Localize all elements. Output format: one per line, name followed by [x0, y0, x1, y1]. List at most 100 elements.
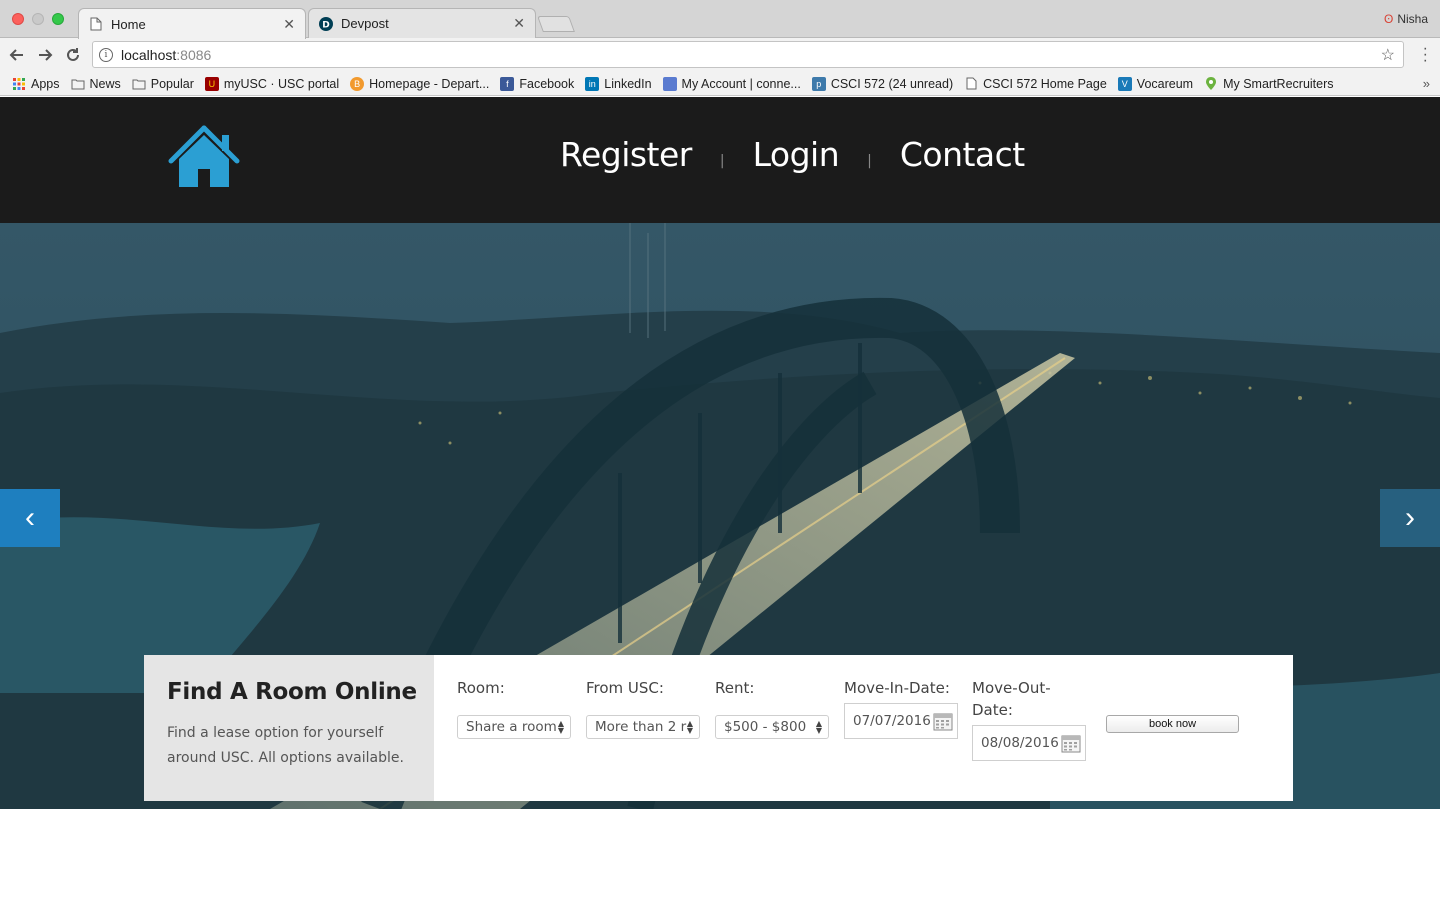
bookmark-linkedin[interactable]: in LinkedIn — [585, 76, 652, 91]
move-out-label: Move-Out-Date: — [972, 679, 1051, 719]
bookmark-label: News — [89, 76, 121, 91]
bookmark-label: CSCI 572 (24 unread) — [830, 76, 954, 91]
select-arrows-icon: ▲ ▼ — [686, 719, 693, 735]
browser-menu-icon[interactable]: · · · — [1423, 41, 1428, 69]
main-nav: Register | Login | Contact — [560, 135, 1025, 174]
room-search-form: Find A Room Online Find a lease option f… — [144, 655, 1293, 801]
home-logo[interactable] — [168, 125, 240, 189]
room-select-value: Share a room — [466, 719, 557, 735]
bookmark-news[interactable]: News — [71, 77, 121, 91]
bookmark-label: Homepage - Depart... — [369, 76, 490, 91]
profile-icon: ʘ — [1383, 12, 1394, 26]
move-out-date-value: 08/08/2016 — [981, 735, 1059, 751]
bookmark-homepage[interactable]: B Homepage - Depart... — [350, 76, 490, 91]
bookmark-label: Vocareum — [1136, 76, 1194, 91]
move-in-label: Move-In-Date: — [844, 679, 950, 697]
page-icon — [89, 17, 103, 31]
room-field: Room: Share a room ▲ ▼ — [457, 677, 571, 739]
nav-separator: | — [867, 152, 872, 169]
back-arrow-icon — [9, 49, 23, 61]
tab-title: Home — [111, 16, 146, 32]
move-out-date-input[interactable]: 08/08/2016 — [972, 725, 1086, 761]
chevron-left-icon: ‹ — [25, 501, 35, 534]
bookmark-label: CSCI 572 Home Page — [983, 76, 1107, 91]
bookmark-my-account[interactable]: My Account | conne... — [662, 76, 801, 91]
tab-close-icon[interactable]: ✕ — [283, 16, 295, 33]
bookmark-popular[interactable]: Popular — [132, 77, 194, 91]
piazza-icon: p — [811, 76, 826, 91]
slider-prev-button[interactable]: ‹ — [0, 489, 60, 547]
select-arrows-icon: ▲ ▼ — [815, 719, 822, 735]
bookmark-label: myUSC · USC portal — [223, 76, 340, 91]
rent-select-value: $500 - $800 — [724, 719, 807, 735]
distance-select[interactable]: More than 2 r ▲ ▼ — [586, 715, 700, 739]
new-tab-button[interactable] — [537, 16, 575, 32]
usc-icon: U — [204, 76, 219, 91]
bookmarks-overflow-icon[interactable]: » — [1423, 76, 1430, 91]
minimize-window-button[interactable] — [32, 13, 44, 25]
close-window-button[interactable] — [12, 13, 24, 25]
site-header: Register | Login | Contact — [0, 97, 1440, 223]
profile-button[interactable]: ʘ Nisha — [1384, 12, 1428, 26]
house-icon — [168, 125, 240, 187]
bookmark-csci-home[interactable]: CSCI 572 Home Page — [964, 77, 1107, 91]
distance-field: From USC: More than 2 r ▲ ▼ — [586, 677, 700, 739]
reload-button[interactable] — [62, 44, 84, 66]
bookmark-vocareum[interactable]: V Vocareum — [1117, 76, 1194, 91]
page-icon — [964, 77, 978, 91]
nav-login-link[interactable]: Login — [753, 135, 840, 174]
bookmark-label: My SmartRecruiters — [1223, 76, 1334, 91]
calendar-icon[interactable] — [1061, 733, 1081, 753]
bookmark-label: My Account | conne... — [681, 76, 801, 91]
linkedin-icon: in — [585, 76, 600, 91]
search-intro: Find A Room Online Find a lease option f… — [144, 655, 434, 801]
nav-register-link[interactable]: Register — [560, 135, 692, 174]
rent-field: Rent: $500 - $800 ▲ ▼ — [715, 677, 829, 739]
info-icon[interactable]: i — [99, 47, 113, 62]
bookmark-myusc[interactable]: U myUSC · USC portal — [204, 76, 340, 91]
tab-title: Devpost — [341, 16, 389, 31]
bookmark-label: Apps — [31, 76, 60, 91]
maximize-window-button[interactable] — [52, 13, 64, 25]
profile-name: Nisha — [1397, 12, 1428, 26]
move-out-field: Move-Out-Date: 08/08/2016 — [972, 677, 1086, 761]
nav-separator: | — [719, 152, 725, 169]
folder-icon — [71, 77, 85, 91]
browser-toolbar: i localhost:8086 ☆ · · · — [0, 38, 1440, 72]
tab-close-icon[interactable]: ✕ — [513, 15, 525, 32]
forward-arrow-icon — [39, 49, 53, 61]
bookmark-apps[interactable]: Apps — [12, 77, 60, 91]
facebook-icon: f — [500, 76, 515, 91]
folder-icon — [132, 77, 146, 91]
select-arrows-icon: ▲ ▼ — [557, 719, 564, 735]
rent-label: Rent: — [715, 679, 755, 697]
distance-label: From USC: — [586, 679, 664, 697]
bookmark-csci-piazza[interactable]: p CSCI 572 (24 unread) — [811, 76, 954, 91]
bitcoin-icon: B — [350, 76, 365, 91]
bookmark-smartrecruiters[interactable]: My SmartRecruiters — [1204, 76, 1334, 91]
calendar-icon[interactable] — [933, 711, 953, 731]
address-bar[interactable]: i localhost:8086 ☆ — [92, 41, 1404, 68]
chevron-right-icon: › — [1405, 501, 1415, 534]
bookmark-star-icon[interactable]: ☆ — [1381, 45, 1395, 65]
tab-home[interactable]: Home ✕ — [78, 8, 306, 39]
distance-select-value: More than 2 r — [595, 719, 687, 735]
nav-contact-link[interactable]: Contact — [900, 135, 1025, 174]
rent-select[interactable]: $500 - $800 ▲ ▼ — [715, 715, 829, 739]
move-in-date-input[interactable]: 07/07/2016 — [844, 703, 958, 739]
bookmarks-bar: Apps News Popular U myUSC · USC portal B… — [0, 72, 1440, 96]
vocareum-icon: V — [1117, 76, 1132, 91]
tab-devpost[interactable]: D Devpost ✕ — [308, 8, 536, 38]
forward-button[interactable] — [34, 44, 56, 66]
slider-next-button[interactable]: › — [1380, 489, 1440, 547]
url-host: localhost — [121, 46, 177, 63]
bookmark-facebook[interactable]: f Facebook — [500, 76, 574, 91]
move-in-field: Move-In-Date: 07/07/2016 — [844, 677, 958, 739]
room-label: Room: — [457, 679, 505, 697]
bookmark-label: Popular — [150, 76, 194, 91]
back-button[interactable] — [6, 44, 28, 66]
devpost-icon: D — [319, 16, 333, 31]
search-title: Find A Room Online — [167, 679, 417, 705]
book-now-button[interactable]: book now — [1106, 715, 1239, 733]
room-select[interactable]: Share a room ▲ ▼ — [457, 715, 571, 739]
